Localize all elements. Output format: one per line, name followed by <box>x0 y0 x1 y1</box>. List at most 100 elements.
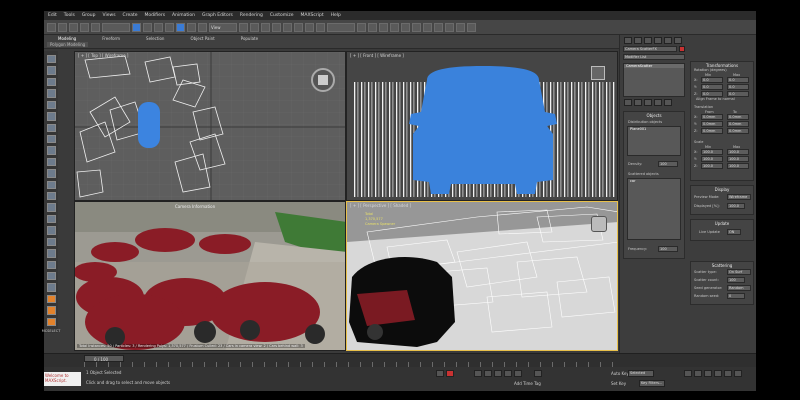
camera-render-viewport[interactable]: Camera Information Total Instances: 50 /… <box>74 201 346 351</box>
scale-tool-icon[interactable] <box>46 112 56 121</box>
make-unique-icon[interactable] <box>644 99 652 106</box>
menu-item-tools[interactable]: Tools <box>64 13 75 18</box>
go-to-end-icon[interactable] <box>514 370 522 377</box>
remove-modifier-icon[interactable] <box>654 99 662 106</box>
modify-tab-icon[interactable] <box>634 37 642 44</box>
spacewarp-tool-icon[interactable] <box>46 226 56 235</box>
place-tool-icon[interactable] <box>46 123 56 132</box>
select-and-move-icon[interactable] <box>176 22 185 32</box>
object-color-swatch[interactable] <box>679 46 685 52</box>
selection-filter-dropdown[interactable] <box>102 22 130 32</box>
viewcube-icon[interactable] <box>591 216 607 232</box>
previous-frame-icon[interactable] <box>484 370 492 377</box>
play-icon[interactable] <box>494 370 502 377</box>
render-production-icon[interactable] <box>456 22 465 32</box>
distribution-item[interactable]: Plane001 <box>628 127 680 131</box>
translation-min-field[interactable]: 0.0mm <box>701 114 723 120</box>
edit-named-selection-icon[interactable] <box>316 22 325 32</box>
hierarchy-tab-icon[interactable] <box>644 37 652 44</box>
unlink-icon[interactable] <box>80 22 89 32</box>
next-frame-icon[interactable] <box>504 370 512 377</box>
menu-item-customize[interactable]: Customize <box>270 13 294 18</box>
menu-item-edit[interactable]: Edit <box>48 13 57 18</box>
distribution-list[interactable]: Plane001 <box>627 126 681 156</box>
modifier-stack[interactable]: CameraScatter <box>623 63 685 97</box>
select-and-rotate-icon[interactable] <box>187 22 196 32</box>
ribbon-tab-selection[interactable]: Selection <box>146 36 164 41</box>
angle-snap-icon[interactable] <box>283 22 292 32</box>
displayed-field[interactable]: 100.0 <box>727 203 745 209</box>
seed-generator-dropdown[interactable]: Random <box>727 285 751 291</box>
rectangular-selection-icon[interactable] <box>154 22 163 32</box>
perspective-viewport[interactable]: [ + ] [ Perspective ] [ Shaded ] Total 1… <box>346 201 618 351</box>
random-seed-field[interactable]: 0 <box>727 293 745 299</box>
ribbon-tab-freeform[interactable]: Freeform <box>102 36 120 41</box>
display-title[interactable]: Display <box>691 186 753 192</box>
spinner-snap-icon[interactable] <box>305 22 314 32</box>
object-name-field[interactable]: Camera ScatterFX <box>623 46 677 52</box>
ribbon-tab-populate[interactable]: Populate <box>241 36 258 41</box>
orange-plugin-icon[interactable] <box>46 306 56 315</box>
utilities-tool-icon[interactable] <box>46 180 56 190</box>
redo-icon[interactable] <box>58 22 67 32</box>
density-field[interactable]: 100 <box>658 161 678 167</box>
script-tool-icon[interactable] <box>46 283 56 292</box>
rotation-min-field[interactable]: 0.0 <box>701 84 723 90</box>
menu-item-rendering[interactable]: Rendering <box>240 13 263 18</box>
scatter-type-dropdown[interactable]: On Surf <box>727 269 751 275</box>
front-viewport[interactable]: [ + ] [ Front ] [ Wireframe ] <box>346 51 618 201</box>
undo-icon[interactable] <box>47 22 56 32</box>
create-tool-icon[interactable] <box>46 55 56 64</box>
layer-manager-icon[interactable] <box>379 22 388 32</box>
select-manipulate-icon[interactable] <box>250 22 259 32</box>
zoom-icon[interactable] <box>684 370 692 377</box>
systems-tool-icon[interactable] <box>46 237 56 247</box>
rotation-max-field[interactable]: 0.0 <box>727 84 749 90</box>
zoom-extents-icon[interactable] <box>724 370 732 377</box>
move-tool-icon[interactable] <box>46 89 56 98</box>
live-update-toggle[interactable]: ON <box>727 229 741 235</box>
ribbon-panel-label[interactable]: Polygon Modeling <box>47 42 89 47</box>
maxscript-listener[interactable]: Welcome to MAXScript. <box>44 372 81 386</box>
utilities-tab-icon[interactable] <box>674 37 682 44</box>
curve-editor-icon[interactable] <box>401 22 410 32</box>
select-by-name-icon[interactable] <box>143 22 152 32</box>
scattering-title[interactable]: Scattering <box>691 262 753 268</box>
pan-icon[interactable] <box>694 370 702 377</box>
menu-item-help[interactable]: Help <box>331 13 341 18</box>
reference-coordinate-dropdown[interactable]: View <box>209 22 237 32</box>
render-setup-icon[interactable] <box>434 22 443 32</box>
lock-selection-icon[interactable] <box>436 370 444 377</box>
mirror-icon[interactable] <box>357 22 366 32</box>
scatter-count-field[interactable]: 100 <box>727 277 745 283</box>
key-mode-dropdown[interactable]: Selected <box>628 370 654 377</box>
menu-item-views[interactable]: Views <box>103 13 116 18</box>
select-and-scale-icon[interactable] <box>198 22 207 32</box>
scattered-list[interactable]: car <box>627 178 681 240</box>
orange-plugin-icon[interactable] <box>46 317 56 327</box>
menu-item-group[interactable]: Group <box>82 13 96 18</box>
render-teapot-icon[interactable] <box>467 22 476 32</box>
perspective-viewport-label[interactable]: [ + ] [ Perspective ] [ Shaded ] <box>350 203 411 208</box>
viewcube-icon[interactable] <box>311 68 335 92</box>
menu-item-animation[interactable]: Animation <box>172 13 195 18</box>
snaps-toggle-icon[interactable] <box>272 22 281 32</box>
modifier-list-dropdown[interactable]: Modifier List <box>623 54 685 60</box>
link-icon[interactable] <box>69 22 78 32</box>
frequency-field[interactable]: 100 <box>658 246 678 252</box>
orange-plugin-icon[interactable] <box>46 294 56 304</box>
configure-sets-icon[interactable] <box>664 99 672 106</box>
percent-snap-icon[interactable] <box>294 22 303 32</box>
time-configuration-icon[interactable] <box>534 370 542 377</box>
motion-tool-icon[interactable] <box>46 157 56 167</box>
helper-tool-icon[interactable] <box>46 214 56 224</box>
add-time-tag-button[interactable]: Add Time Tag <box>514 381 541 386</box>
display-tool-icon[interactable] <box>46 169 56 178</box>
pivot-center-icon[interactable] <box>239 22 248 32</box>
display-tab-icon[interactable] <box>664 37 672 44</box>
auto-key-button[interactable]: Auto Key <box>611 371 629 376</box>
front-viewport-label[interactable]: [ + ] [ Front ] [ Wireframe ] <box>350 53 404 58</box>
select-tool-icon[interactable] <box>46 77 56 87</box>
scale-max-field[interactable]: 100.0 <box>727 163 749 169</box>
create-tab-icon[interactable] <box>624 37 632 44</box>
